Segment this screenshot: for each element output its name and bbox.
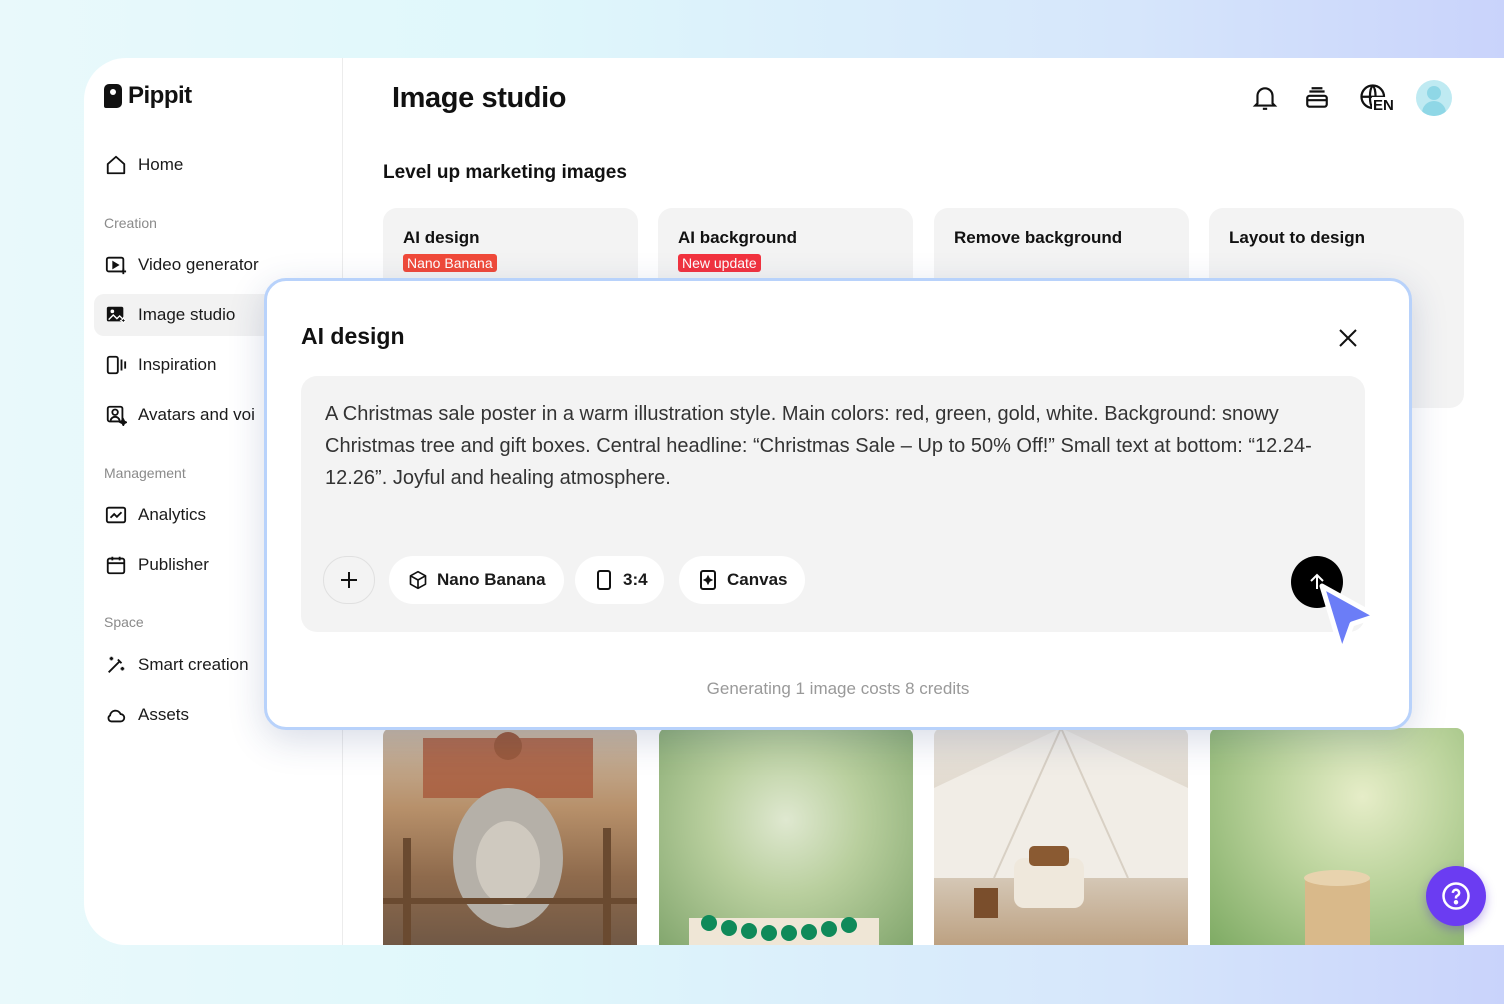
analytics-icon bbox=[104, 503, 128, 527]
magic-wand-icon bbox=[104, 653, 128, 677]
section-creation: Creation bbox=[104, 215, 157, 231]
language-globe-icon[interactable]: EN bbox=[1354, 83, 1395, 114]
sidebar-item-home[interactable]: Home bbox=[94, 144, 332, 186]
section-space: Space bbox=[104, 614, 144, 630]
calendar-icon bbox=[104, 553, 128, 577]
card-title: AI background bbox=[678, 228, 798, 247]
sidebar-item-label: Video generator bbox=[138, 255, 259, 274]
pippit-logo-icon bbox=[104, 84, 122, 108]
section-management: Management bbox=[104, 465, 186, 481]
gallery-image-statue[interactable] bbox=[383, 728, 637, 945]
help-question-icon bbox=[1442, 882, 1470, 910]
sidebar-item-label: Assets bbox=[138, 705, 190, 724]
image-sparkle-icon bbox=[104, 303, 128, 327]
add-attachment-button[interactable] bbox=[323, 556, 375, 604]
nano-banana-badge: Nano Banana bbox=[403, 254, 497, 272]
sidebar-item-label: Inspiration bbox=[138, 355, 217, 374]
sidebar-item-label: Analytics bbox=[138, 505, 207, 524]
prompt-box[interactable]: A Christmas sale poster in a warm illust… bbox=[301, 376, 1365, 632]
page-title: Image studio bbox=[392, 82, 567, 114]
sidebar-item-label: Smart creation bbox=[138, 655, 249, 674]
sidebar-item-label: Publisher bbox=[138, 555, 209, 574]
model-label: Nano Banana bbox=[437, 570, 546, 589]
plus-icon bbox=[341, 572, 357, 588]
home-icon bbox=[104, 153, 128, 177]
model-selector-chip[interactable]: Nano Banana bbox=[389, 556, 564, 604]
ratio-label: 3:4 bbox=[623, 570, 648, 589]
canvas-chip[interactable]: Canvas bbox=[679, 556, 806, 604]
sidebar-item-label: Avatars and voi bbox=[138, 405, 255, 424]
dialog-title: AI design bbox=[301, 323, 405, 349]
language-label: EN bbox=[1372, 97, 1395, 114]
credits-stack-icon[interactable] bbox=[1302, 83, 1332, 113]
gallery-image-bracelet-flowers[interactable] bbox=[659, 728, 913, 945]
credits-cost-text: Generating 1 image costs 8 credits bbox=[706, 679, 970, 698]
help-button[interactable] bbox=[1426, 866, 1486, 926]
bell-icon[interactable] bbox=[1250, 83, 1280, 113]
pointer-cursor-icon bbox=[1319, 583, 1379, 655]
user-avatar[interactable] bbox=[1416, 80, 1452, 116]
card-title: Remove background bbox=[954, 228, 1123, 247]
ai-design-dialog: AI design A Christmas sale poster in a w… bbox=[264, 278, 1412, 730]
gallery-image-wood-stand[interactable] bbox=[1210, 728, 1464, 945]
sidebar-item-label: Home bbox=[138, 155, 184, 174]
brand-logo[interactable]: Pippit bbox=[104, 82, 192, 110]
cloud-icon bbox=[104, 703, 128, 727]
video-plus-icon bbox=[104, 253, 128, 277]
inspiration-icon bbox=[104, 353, 128, 377]
close-icon[interactable] bbox=[1335, 325, 1361, 351]
brand-name: Pippit bbox=[128, 82, 192, 109]
card-title: AI design bbox=[403, 228, 480, 247]
prompt-input[interactable]: A Christmas sale poster in a warm illust… bbox=[325, 398, 1345, 494]
portrait-ratio-icon bbox=[593, 569, 615, 591]
aspect-ratio-chip[interactable]: 3:4 bbox=[575, 556, 664, 604]
canvas-label: Canvas bbox=[727, 570, 788, 589]
new-update-badge: New update bbox=[678, 254, 761, 272]
cube-icon bbox=[407, 569, 429, 591]
header-actions: EN bbox=[1250, 80, 1452, 116]
avatar-icon bbox=[104, 403, 128, 427]
sidebar-item-label: Image studio bbox=[138, 305, 236, 324]
section-heading: Level up marketing images bbox=[383, 162, 627, 183]
gallery-image-tent[interactable] bbox=[934, 728, 1188, 945]
canvas-icon bbox=[697, 569, 719, 591]
card-title: Layout to design bbox=[1229, 228, 1365, 247]
